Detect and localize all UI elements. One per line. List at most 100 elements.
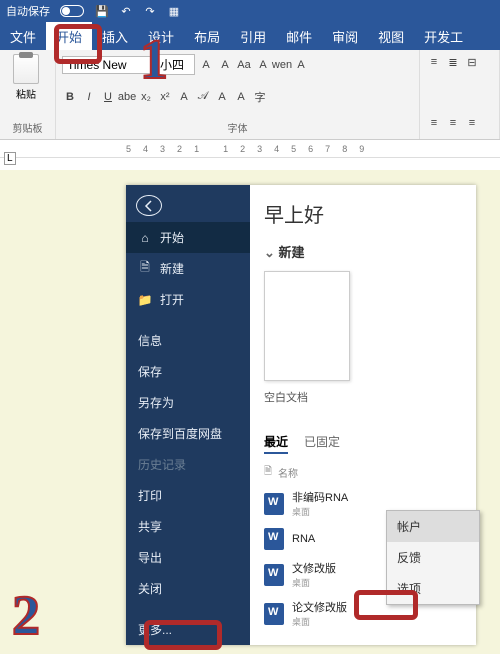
nav-label: 更多... xyxy=(138,621,172,638)
doc-location: 桌面 xyxy=(292,576,336,589)
blank-document-label: 空白文档 xyxy=(264,389,462,405)
autosave-toggle[interactable] xyxy=(60,5,84,17)
ribbon-tabs: 文件开始插入设计布局引用邮件审阅视图开发工 xyxy=(0,22,500,50)
tab-7[interactable]: 审阅 xyxy=(322,22,368,50)
save-icon[interactable]: 💾 xyxy=(94,3,110,19)
font-btn[interactable]: wen xyxy=(274,57,290,73)
multilevel-icon[interactable]: ⊟ xyxy=(464,54,480,70)
tab-pinned[interactable]: 已固定 xyxy=(304,433,340,454)
nav-保存到百度网盘[interactable]: 保存到百度网盘 xyxy=(126,418,250,449)
backstage-main: 早上好 新建 空白文档 最近 已固定 🗎 名称 非编码RNA桌面RNA文修改版桌… xyxy=(250,185,476,645)
font-style-btn[interactable]: abe xyxy=(119,89,135,105)
align-right-icon[interactable]: ≡ xyxy=(464,115,480,131)
align-left-icon[interactable]: ≡ xyxy=(426,115,442,131)
nav-打开[interactable]: 📁打开 xyxy=(126,284,250,315)
ruler[interactable]: 54321123456789 xyxy=(0,140,500,158)
name-column: 名称 xyxy=(278,465,298,480)
font-btn[interactable]: A xyxy=(255,57,271,73)
home-icon: ⌂ xyxy=(138,231,152,245)
font-btn[interactable]: A xyxy=(293,57,309,73)
doc-name: 论文修改版 xyxy=(292,599,347,615)
word-file-icon xyxy=(264,493,284,515)
tab-0[interactable]: 文件 xyxy=(0,22,46,50)
doc-name: 非编码RNA xyxy=(292,489,348,505)
nav-label: 历史记录 xyxy=(138,456,186,473)
font-group: Times New 小四 AAAaAwenA BIUabex₂x²A𝒜AA字 字… xyxy=(56,50,420,139)
numbering-icon[interactable]: ≣ xyxy=(445,54,461,70)
title-bar: 自动保存 💾 ↶ ↷ ▦ xyxy=(0,0,500,22)
file-icon: 🗎 xyxy=(264,464,272,481)
nav-label: 新建 xyxy=(160,260,184,277)
list-header: 🗎 名称 xyxy=(264,464,462,481)
blank-document-thumb[interactable] xyxy=(264,271,350,381)
popup-account[interactable]: 帐户 xyxy=(387,511,479,542)
font-style-btn[interactable]: A xyxy=(214,89,230,105)
font-style-btn[interactable]: 字 xyxy=(252,89,268,105)
backstage-panel: ⌂ 开始 🗎 新建 📁打开信息保存另存为保存到百度网盘历史记录打印共享导出关闭更多...… xyxy=(126,185,476,645)
paragraph-group: ≡ ≣ ⊟ ≡ ≡ ≡ xyxy=(420,50,500,139)
new-section-header[interactable]: 新建 xyxy=(264,242,462,261)
tab-recent[interactable]: 最近 xyxy=(264,433,288,454)
nav-label: 关闭 xyxy=(138,580,162,597)
doc-name: RNA xyxy=(292,533,315,545)
font-btn[interactable]: Aa xyxy=(236,57,252,73)
clipboard-group-label: 剪贴板 xyxy=(6,120,49,135)
font-btn[interactable]: A xyxy=(217,57,233,73)
nav-关闭[interactable]: 关闭 xyxy=(126,573,250,604)
paste-label: 粘贴 xyxy=(16,86,36,101)
doc-location: 桌面 xyxy=(292,505,348,518)
doc-icon: 🗎 xyxy=(138,262,152,276)
nav-label: 打开 xyxy=(160,291,184,308)
tab-stop-indicator[interactable]: L xyxy=(4,152,16,165)
nav-开始[interactable]: ⌂ 开始 xyxy=(126,222,250,253)
redo-icon[interactable]: ↷ xyxy=(142,3,158,19)
nav-保存[interactable]: 保存 xyxy=(126,356,250,387)
font-style-btn[interactable]: B xyxy=(62,89,78,105)
nav-label: 保存到百度网盘 xyxy=(138,425,222,442)
marker-2: 2 xyxy=(12,584,40,648)
nav-导出[interactable]: 导出 xyxy=(126,542,250,573)
table-icon[interactable]: ▦ xyxy=(166,3,182,19)
backstage-nav: ⌂ 开始 🗎 新建 📁打开信息保存另存为保存到百度网盘历史记录打印共享导出关闭更多... xyxy=(126,185,250,645)
font-style-btn[interactable]: 𝒜 xyxy=(195,89,211,105)
tab-4[interactable]: 布局 xyxy=(184,22,230,50)
nav-共享[interactable]: 共享 xyxy=(126,511,250,542)
font-name-select[interactable]: Times New xyxy=(62,56,152,74)
clipboard-group: 粘贴 剪贴板 xyxy=(0,50,56,139)
bullets-icon[interactable]: ≡ xyxy=(426,54,442,70)
tab-1[interactable]: 开始 xyxy=(46,22,92,50)
tab-9[interactable]: 开发工 xyxy=(414,22,473,50)
word-file-icon xyxy=(264,603,284,625)
autosave-label: 自动保存 xyxy=(6,3,50,19)
align-center-icon[interactable]: ≡ xyxy=(445,115,461,131)
font-style-btn[interactable]: I xyxy=(81,89,97,105)
popup-options[interactable]: 选项 xyxy=(387,573,479,604)
nav-label: 导出 xyxy=(138,549,162,566)
font-style-btn[interactable]: U xyxy=(100,89,116,105)
word-file-icon xyxy=(264,564,284,586)
tab-2[interactable]: 插入 xyxy=(92,22,138,50)
nav-信息[interactable]: 信息 xyxy=(126,325,250,356)
nav-新建[interactable]: 🗎 新建 xyxy=(126,253,250,284)
doc-location: 桌面 xyxy=(292,615,347,628)
back-button[interactable] xyxy=(136,195,162,216)
arrow-left-icon xyxy=(142,199,156,213)
font-style-btn[interactable]: A xyxy=(176,89,192,105)
tab-5[interactable]: 引用 xyxy=(230,22,276,50)
nav-label: 保存 xyxy=(138,363,162,380)
nav-更多...[interactable]: 更多... xyxy=(126,614,250,645)
tab-6[interactable]: 邮件 xyxy=(276,22,322,50)
nav-label: 开始 xyxy=(160,229,184,246)
font-btn[interactable]: A xyxy=(198,57,214,73)
nav-另存为[interactable]: 另存为 xyxy=(126,387,250,418)
nav-打印[interactable]: 打印 xyxy=(126,480,250,511)
undo-icon[interactable]: ↶ xyxy=(118,3,134,19)
tab-8[interactable]: 视图 xyxy=(368,22,414,50)
font-group-label: 字体 xyxy=(62,120,413,135)
font-style-btn[interactable]: A xyxy=(233,89,249,105)
popup-feedback[interactable]: 反馈 xyxy=(387,542,479,573)
greeting: 早上好 xyxy=(264,199,462,228)
marker-1: 1 xyxy=(140,28,168,92)
clipboard-icon xyxy=(13,54,39,84)
paste-button[interactable]: 粘贴 xyxy=(6,54,46,101)
